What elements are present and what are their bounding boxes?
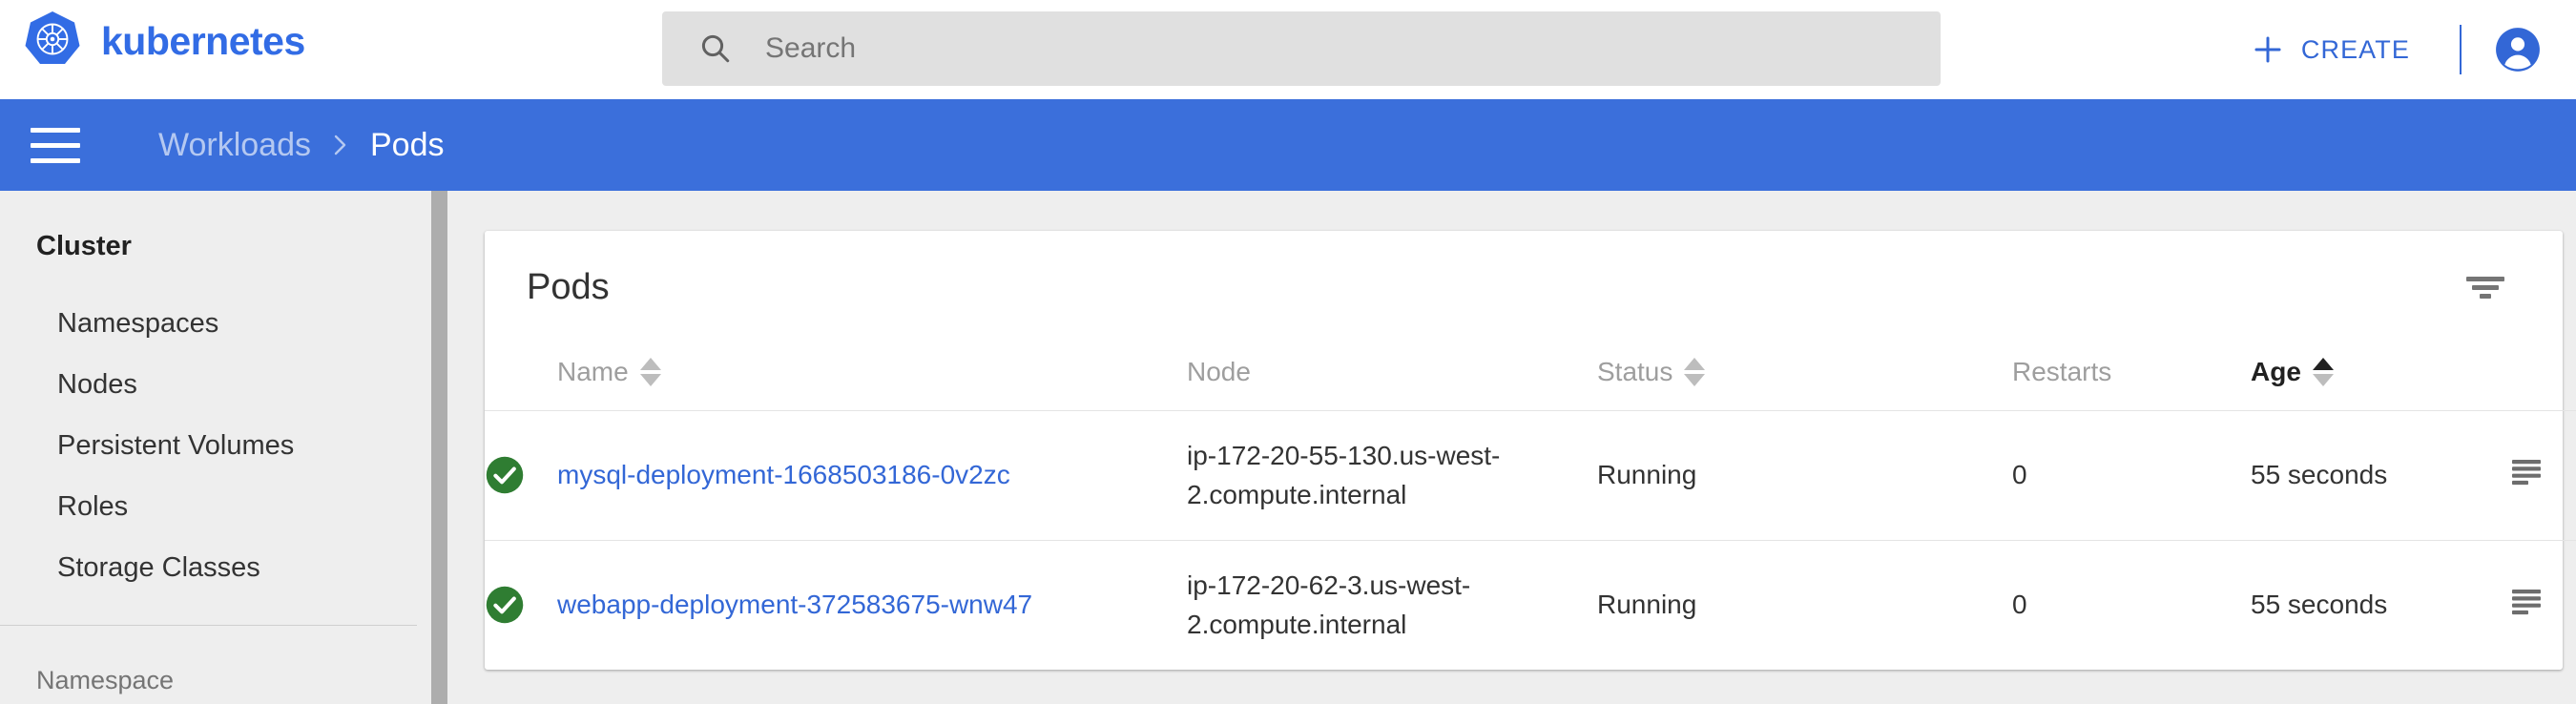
pods-card: Pods Name Node Status Restarts Age mysql… <box>485 231 2576 670</box>
sidebar-section-cluster: Cluster <box>36 231 132 261</box>
row-name-cell: webapp-deployment-372583675-wnw47 <box>557 540 1187 669</box>
row-age-cell: 55 seconds <box>2251 590 2388 620</box>
pod-name-link[interactable]: mysql-deployment-1668503186-0v2zc <box>557 460 1010 489</box>
create-button-label: CREATE <box>2300 34 2410 64</box>
sidebar-item-storage-classes[interactable]: Storage Classes <box>0 537 431 598</box>
column-header-actions <box>2563 343 2576 411</box>
sidebar-item-label: Roles <box>57 490 129 522</box>
account-circle-icon[interactable] <box>2494 26 2542 73</box>
column-header-label: Status <box>1597 357 1673 386</box>
filter-icon[interactable] <box>2463 271 2507 303</box>
pod-node-value: ip-172-20-62-3.us-west-2.compute.interna… <box>1187 569 1471 640</box>
row-node-cell: ip-172-20-55-130.us-west-2.compute.inter… <box>1187 410 1597 541</box>
search-input[interactable] <box>765 27 1815 71</box>
breadcrumb-bar: Workloads Pods <box>0 99 2576 191</box>
brand-logo-group[interactable]: kubernetes <box>21 8 305 71</box>
search-icon <box>701 34 730 63</box>
pods-card-header: Pods <box>485 231 2563 343</box>
pod-node-value: ip-172-20-55-130.us-west-2.compute.inter… <box>1187 441 1501 510</box>
breadcrumb-item-pods: Pods <box>370 126 445 163</box>
column-header-label: Restarts <box>2012 357 2112 386</box>
column-header-node[interactable]: Node <box>1187 343 1597 411</box>
row-name-cell: mysql-deployment-1668503186-0v2zc <box>557 410 1187 541</box>
row-status-cell: Running <box>1597 590 1697 620</box>
column-header-status[interactable]: Status <box>1597 343 2012 411</box>
sidebar-scrollbar[interactable] <box>431 191 447 704</box>
row-actions-cell <box>2563 410 2576 541</box>
column-header-label: Name <box>557 357 629 386</box>
column-header-restarts[interactable]: Restarts <box>2012 343 2251 411</box>
row-logs-cell <box>2494 540 2563 669</box>
row-age-cell: 55 seconds <box>2251 410 2494 541</box>
table-row[interactable]: mysql-deployment-1668503186-0v2zc ip-172… <box>485 410 2576 541</box>
sidebar-item-label: Nodes <box>57 368 137 400</box>
column-header-age[interactable]: Age <box>2251 343 2494 411</box>
column-header-name[interactable]: Name <box>557 343 1187 411</box>
breadcrumb-item-workloads[interactable]: Workloads <box>158 127 311 164</box>
row-restarts-cell: 0 <box>2012 410 2251 541</box>
sidebar-item-namespaces[interactable]: Namespaces <box>0 293 431 354</box>
sidebar-item-persistent-volumes[interactable]: Persistent Volumes <box>0 415 431 476</box>
brand-name: kubernetes <box>101 18 305 63</box>
sort-arrows-name[interactable] <box>639 358 661 386</box>
sidebar-item-label: Persistent Volumes <box>57 429 295 461</box>
page-title: Pods <box>527 266 610 307</box>
main-content: Pods Name Node Status Restarts Age mysql… <box>447 191 2576 704</box>
table-header-row: Name Node Status Restarts Age <box>485 343 2576 411</box>
sidebar-item-roles[interactable]: Roles <box>0 476 431 537</box>
chevron-right-icon <box>334 135 346 155</box>
row-logs-cell <box>2494 410 2563 541</box>
column-header-label: Age <box>2251 357 2301 386</box>
row-status-icon-cell <box>485 410 557 541</box>
logs-icon[interactable] <box>2510 458 2546 487</box>
row-actions-cell <box>2563 540 2576 669</box>
namespace-section-label: Namespace <box>36 666 175 694</box>
column-header-label: Node <box>1187 357 1251 386</box>
row-node-cell: ip-172-20-62-3.us-west-2.compute.interna… <box>1187 540 1597 669</box>
sort-arrows-age[interactable] <box>2312 358 2334 386</box>
row-status-cell: Running <box>1597 410 2012 541</box>
check-circle-icon <box>486 457 524 494</box>
create-button[interactable]: CREATE <box>2231 24 2431 75</box>
search-bar[interactable] <box>662 11 1941 86</box>
sidebar-item-nodes[interactable]: Nodes <box>0 354 431 415</box>
logs-icon[interactable] <box>2510 588 2546 616</box>
sidebar-item-label: Namespaces <box>57 307 219 339</box>
pods-table: Name Node Status Restarts Age mysql-depl… <box>485 343 2576 670</box>
toolbar-divider <box>2460 25 2462 74</box>
hamburger-menu-icon[interactable] <box>31 124 80 166</box>
sort-arrows-status[interactable] <box>1684 358 1706 386</box>
row-status-icon-cell <box>485 540 557 669</box>
check-circle-icon <box>486 587 524 624</box>
column-header-logs <box>2494 343 2563 411</box>
plus-icon <box>2254 36 2281 63</box>
table-row[interactable]: webapp-deployment-372583675-wnw47 ip-172… <box>485 540 2576 669</box>
row-restarts-cell: 0 <box>2012 590 2027 620</box>
top-app-bar: kubernetes CREATE <box>0 0 2576 99</box>
column-header-status-icon <box>485 343 557 411</box>
pod-name-link[interactable]: webapp-deployment-372583675-wnw47 <box>557 590 1032 619</box>
sidebar-item-list: Namespaces Nodes Persistent Volumes Role… <box>0 293 431 598</box>
topbar-actions: CREATE <box>2231 0 2542 99</box>
breadcrumb: Workloads Pods <box>158 127 445 164</box>
kubernetes-logo-icon <box>25 11 80 64</box>
sidebar-nav: Cluster Namespaces Nodes Persistent Volu… <box>0 191 431 704</box>
sidebar-item-label: Storage Classes <box>57 551 260 583</box>
